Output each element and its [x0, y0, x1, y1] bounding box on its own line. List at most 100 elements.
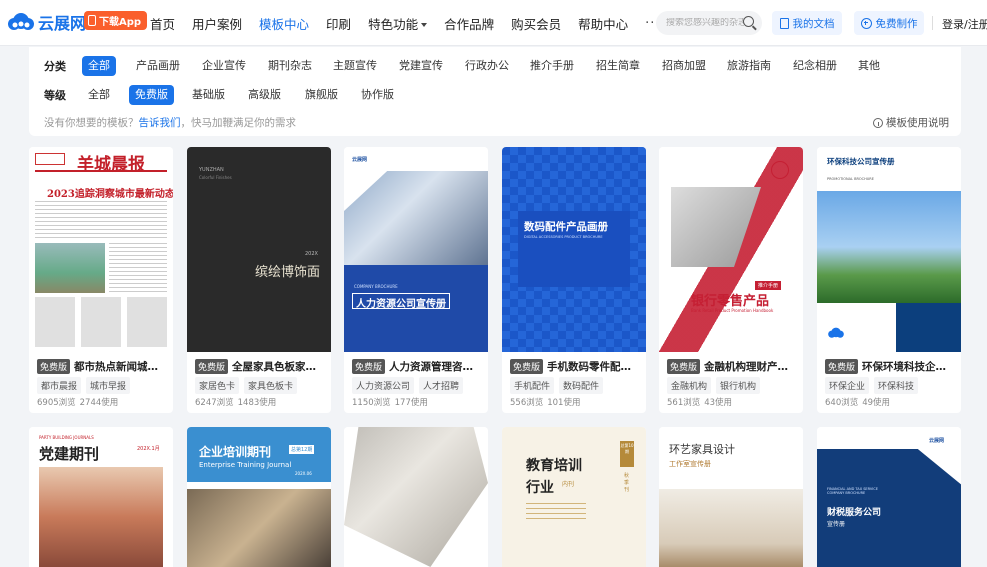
card-title: 免费版 环保环境科技企业... — [825, 359, 955, 374]
free-badge: 免费版 — [825, 359, 859, 374]
template-card[interactable]: YUNZHAN Colorful Finishes 202X 缤绘博饰面 免费版… — [187, 147, 331, 413]
template-card[interactable]: 云展网 COMPANY BROCHURE 人力资源公司宣传册 免费版 人力资源管理… — [344, 147, 488, 413]
usage-guide-link[interactable]: 模板使用说明 — [873, 115, 949, 130]
logo[interactable]: 云展网 — [6, 10, 86, 34]
free-badge: 免费版 — [195, 359, 229, 374]
category-promo-manual[interactable]: 推介手册 — [524, 56, 580, 76]
template-card[interactable]: 环艺家具设计 工作室宣传册 — [659, 427, 803, 567]
cover-en: COMPANY BROCHURE — [354, 284, 398, 289]
category-party[interactable]: 党建宣传 — [393, 56, 449, 76]
level-advanced[interactable]: 高级版 — [242, 85, 287, 105]
hint-suffix: ，快马加鞭满足你的需求 — [180, 117, 297, 129]
request-hint: 没有你想要的模板？告诉我们，快马加鞭满足你的需求 — [44, 115, 296, 130]
template-thumbnail[interactable]: 企业培训期刊 总第12期 Enterprise Training Journal… — [187, 427, 331, 567]
login-link[interactable]: 登录/注册 — [942, 16, 987, 32]
template-card[interactable]: 羊城晨报 2023追踪洞察城市最新动态 免费版 都市热点新闻城市... 都市晨报城… — [29, 147, 173, 413]
free-badge: 免费版 — [510, 359, 544, 374]
nav-features[interactable]: 特色功能 — [368, 14, 428, 33]
category-corporate[interactable]: 企业宣传 — [196, 56, 252, 76]
photo — [344, 171, 488, 271]
cover-sub: 工作室宣传册 — [669, 460, 711, 468]
nav-membership[interactable]: 购买会员 — [511, 14, 561, 33]
category-journals[interactable]: 期刊杂志 — [262, 56, 318, 76]
level-flagship[interactable]: 旗舰版 — [299, 85, 344, 105]
tag[interactable]: 环保企业 — [825, 377, 870, 394]
tag[interactable]: 城市早报 — [86, 377, 131, 394]
tag[interactable]: 家具色板卡 — [244, 377, 298, 394]
logo-text: 云展网 — [38, 14, 87, 33]
template-card[interactable] — [344, 427, 488, 567]
category-album[interactable]: 纪念相册 — [787, 56, 843, 76]
template-thumbnail[interactable]: YUNZHAN Colorful Finishes 202X 缤绘博饰面 — [187, 147, 331, 352]
level-collab[interactable]: 协作版 — [355, 85, 400, 105]
category-theme[interactable]: 主题宣传 — [327, 56, 383, 76]
tag[interactable]: 环保科技 — [874, 377, 919, 394]
tag[interactable]: 人才招聘 — [419, 377, 464, 394]
card-stats: 640浏览 49使用 — [825, 396, 894, 408]
free-make-button[interactable]: 免费制作 — [854, 11, 924, 35]
download-app-label: 下载App — [99, 17, 142, 28]
filter-panel: 分类 全部 产品画册 企业宣传 期刊杂志 主题宣传 党建宣传 行政办公 推介手册… — [29, 47, 961, 136]
tag[interactable]: 金融机构 — [667, 377, 712, 394]
cover-en: FINANCIAL AND TAX SERVICE COMPANY BROCHU… — [827, 487, 878, 495]
cover-brand: YUNZHAN — [199, 167, 224, 173]
template-card[interactable]: 企业培训期刊 总第12期 Enterprise Training Journal… — [187, 427, 331, 567]
download-app-button[interactable]: 下载App — [84, 11, 148, 30]
template-thumbnail[interactable]: 环保科技公司宣传册 PROMOTIONAL BROCHURE — [817, 147, 961, 352]
view-count: 556浏览 — [510, 398, 544, 408]
my-docs-label: 我的文档 — [792, 17, 835, 30]
cover-en: PROMOTIONAL BROCHURE — [827, 177, 874, 181]
nav-home[interactable]: 首页 — [150, 14, 175, 33]
tell-us-link[interactable]: 告诉我们 — [139, 117, 181, 129]
free-make-label: 免费制作 — [875, 17, 918, 30]
my-docs-button[interactable]: 我的文档 — [772, 11, 842, 35]
template-card[interactable]: 云展网 FINANCIAL AND TAX SERVICE COMPANY BR… — [817, 427, 961, 567]
card-stats: 561浏览 43使用 — [667, 396, 736, 408]
template-card[interactable]: 数码配件产品画册 DIGITAL ACCESSORIES PRODUCT BRO… — [502, 147, 646, 413]
template-thumbnail[interactable]: 环艺家具设计 工作室宣传册 — [659, 427, 803, 567]
template-thumbnail[interactable]: 总第10期 教育培训 行业 内刊 秋季刊 — [502, 427, 646, 567]
free-badge: 免费版 — [667, 359, 701, 374]
template-card[interactable]: 总第10期 教育培训 行业 内刊 秋季刊 — [502, 427, 646, 567]
level-label: 等级 — [44, 89, 66, 102]
template-thumbnail[interactable]: 云展网 FINANCIAL AND TAX SERVICE COMPANY BR… — [817, 427, 961, 567]
category-product-album[interactable]: 产品画册 — [130, 56, 186, 76]
category-travel[interactable]: 旅游指南 — [721, 56, 777, 76]
category-franchise[interactable]: 招商加盟 — [656, 56, 712, 76]
template-thumbnail[interactable] — [344, 427, 488, 567]
cover-tag: 推介手册 — [755, 281, 782, 290]
search-input[interactable] — [666, 18, 744, 28]
nav-help[interactable]: 帮助中心 — [578, 14, 628, 33]
nav-user-cases[interactable]: 用户案例 — [192, 14, 242, 33]
card-title-text: 都市热点新闻城市... — [74, 361, 167, 373]
use-count: 177使用 — [394, 398, 428, 408]
template-thumbnail[interactable]: 推介手册 银行零售产品 Bank Retail Product Promotio… — [659, 147, 803, 352]
level-basic[interactable]: 基础版 — [186, 85, 231, 105]
tag[interactable]: 人力资源公司 — [352, 377, 415, 394]
template-card[interactable]: PARTY BUILDING JOURNALS 党建期刊 202X.1月 — [29, 427, 173, 567]
level-all[interactable]: 全部 — [82, 85, 116, 105]
category-all[interactable]: 全部 — [82, 56, 116, 76]
search-icon[interactable] — [743, 16, 754, 27]
template-card[interactable]: 推介手册 银行零售产品 Bank Retail Product Promotio… — [659, 147, 803, 413]
tag[interactable]: 家居色卡 — [195, 377, 240, 394]
category-other[interactable]: 其他 — [852, 56, 886, 76]
category-admin[interactable]: 行政办公 — [459, 56, 515, 76]
template-thumbnail[interactable]: 云展网 COMPANY BROCHURE 人力资源公司宣传册 — [344, 147, 488, 352]
level-free[interactable]: 免费版 — [129, 85, 174, 105]
template-thumbnail[interactable]: 数码配件产品画册 DIGITAL ACCESSORIES PRODUCT BRO… — [502, 147, 646, 352]
caret-down-icon — [421, 23, 428, 27]
nav-template-center[interactable]: 模板中心 — [259, 14, 309, 33]
template-thumbnail[interactable]: PARTY BUILDING JOURNALS 党建期刊 202X.1月 — [29, 427, 173, 567]
search-box — [656, 11, 762, 35]
tag[interactable]: 银行机构 — [716, 377, 761, 394]
template-thumbnail[interactable]: 羊城晨报 2023追踪洞察城市最新动态 — [29, 147, 173, 352]
nav-brands[interactable]: 合作品牌 — [444, 14, 494, 33]
nav-print[interactable]: 印刷 — [326, 14, 351, 33]
category-admissions[interactable]: 招生简章 — [590, 56, 646, 76]
template-card[interactable]: 环保科技公司宣传册 PROMOTIONAL BROCHURE 免费版 环保环境科技… — [817, 147, 961, 413]
tag[interactable]: 都市晨报 — [37, 377, 82, 394]
card-stats: 1150浏览 177使用 — [352, 396, 432, 408]
tag[interactable]: 数码配件 — [559, 377, 604, 394]
tag[interactable]: 手机配件 — [510, 377, 555, 394]
